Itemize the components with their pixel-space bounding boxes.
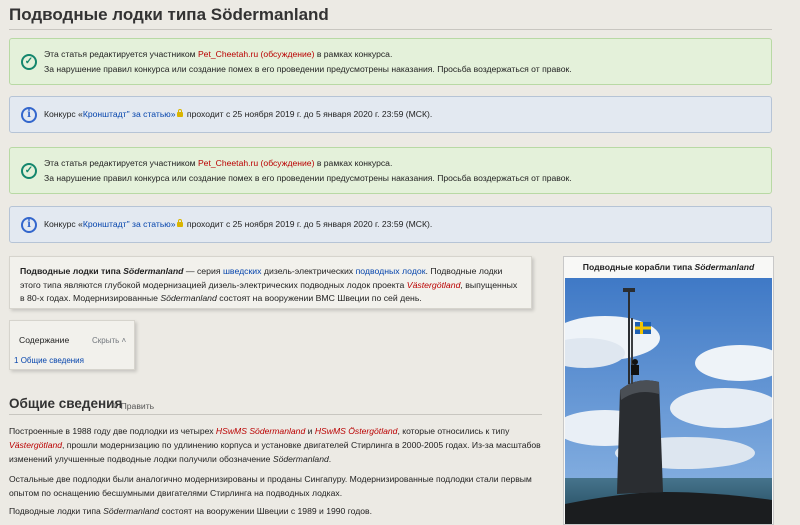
section-divider [9, 414, 542, 415]
notice-text: Эта статья редактируется участником Pet_… [44, 48, 572, 74]
info-icon: i [21, 216, 37, 233]
contest-link[interactable]: Кронштадт" за статью» [83, 219, 176, 229]
page-title: Подводные лодки типа Södermanland [9, 5, 329, 24]
contest-link[interactable]: Кронштадт" за статью» [83, 109, 176, 119]
lock-icon [176, 219, 183, 227]
lock-icon [176, 109, 183, 117]
user-link[interactable]: Pet_Cheetah.ru [198, 49, 258, 59]
ostergotland-ship-link[interactable]: HSwMS Östergötland [315, 426, 398, 436]
infobox: Подводные корабли типа Södermanland [563, 256, 774, 525]
notice-text: Конкурс «Кронштадт" за статью» проходит … [44, 219, 433, 229]
toc-item[interactable]: 1 Общие сведения [14, 356, 84, 365]
infobox-caption: Подводные корабли типа Södermanland [582, 262, 755, 272]
section-heading: Общие сведения [9, 396, 123, 411]
pencil-icon: ✎ [111, 401, 119, 411]
contest-info-notice: i Конкурс «Кронштадт" за статью» проходи… [9, 96, 772, 133]
vastergotland-link[interactable]: Västergötland [407, 280, 461, 290]
table-of-contents: Содержание Скрыть ˄ 1 Общие сведения [9, 320, 135, 370]
chevron-up-icon: ˄ [121, 336, 127, 345]
sodermanland-ship-link[interactable]: HSwMS Södermanland [216, 426, 305, 436]
title-divider [9, 29, 772, 30]
check-icon: ✓ [21, 53, 37, 70]
submarines-link[interactable]: подводных лодок [356, 266, 426, 276]
notice-text: Конкурс «Кронштадт" за статью» проходит … [44, 109, 433, 119]
paragraph: Подводные лодки типа Södermanland состоя… [9, 506, 373, 516]
submarine-photo-graphic [565, 278, 772, 524]
swedish-link[interactable]: шведских [223, 266, 262, 276]
notice-text: Эта статья редактируется участником Pet_… [44, 157, 572, 183]
talk-link[interactable]: (обсуждение) [261, 158, 315, 168]
check-icon: ✓ [21, 162, 37, 179]
contest-info-notice: i Конкурс «Кронштадт" за статью» проходи… [9, 206, 772, 243]
info-icon: i [21, 106, 37, 123]
paragraph: Построенные в 1988 году две подлодки из … [9, 426, 541, 464]
edit-section-link[interactable]: ✎ Править [111, 401, 154, 412]
contest-editing-notice: ✓ Эта статья редактируется участником Pe… [9, 147, 772, 194]
vastergotland-link[interactable]: Västergötland [9, 440, 62, 450]
submarine-photo[interactable] [565, 278, 772, 524]
contest-editing-notice: ✓ Эта статья редактируется участником Pe… [9, 38, 772, 85]
lead-summary: Подводные лодки типа Södermanland — сери… [9, 256, 532, 309]
paragraph: Остальные две подлодки были аналогично м… [9, 474, 532, 498]
talk-link[interactable]: (обсуждение) [261, 49, 315, 59]
toc-hide-toggle[interactable]: Скрыть ˄ [92, 336, 126, 345]
user-link[interactable]: Pet_Cheetah.ru [198, 158, 258, 168]
toc-heading: Содержание [19, 335, 70, 345]
